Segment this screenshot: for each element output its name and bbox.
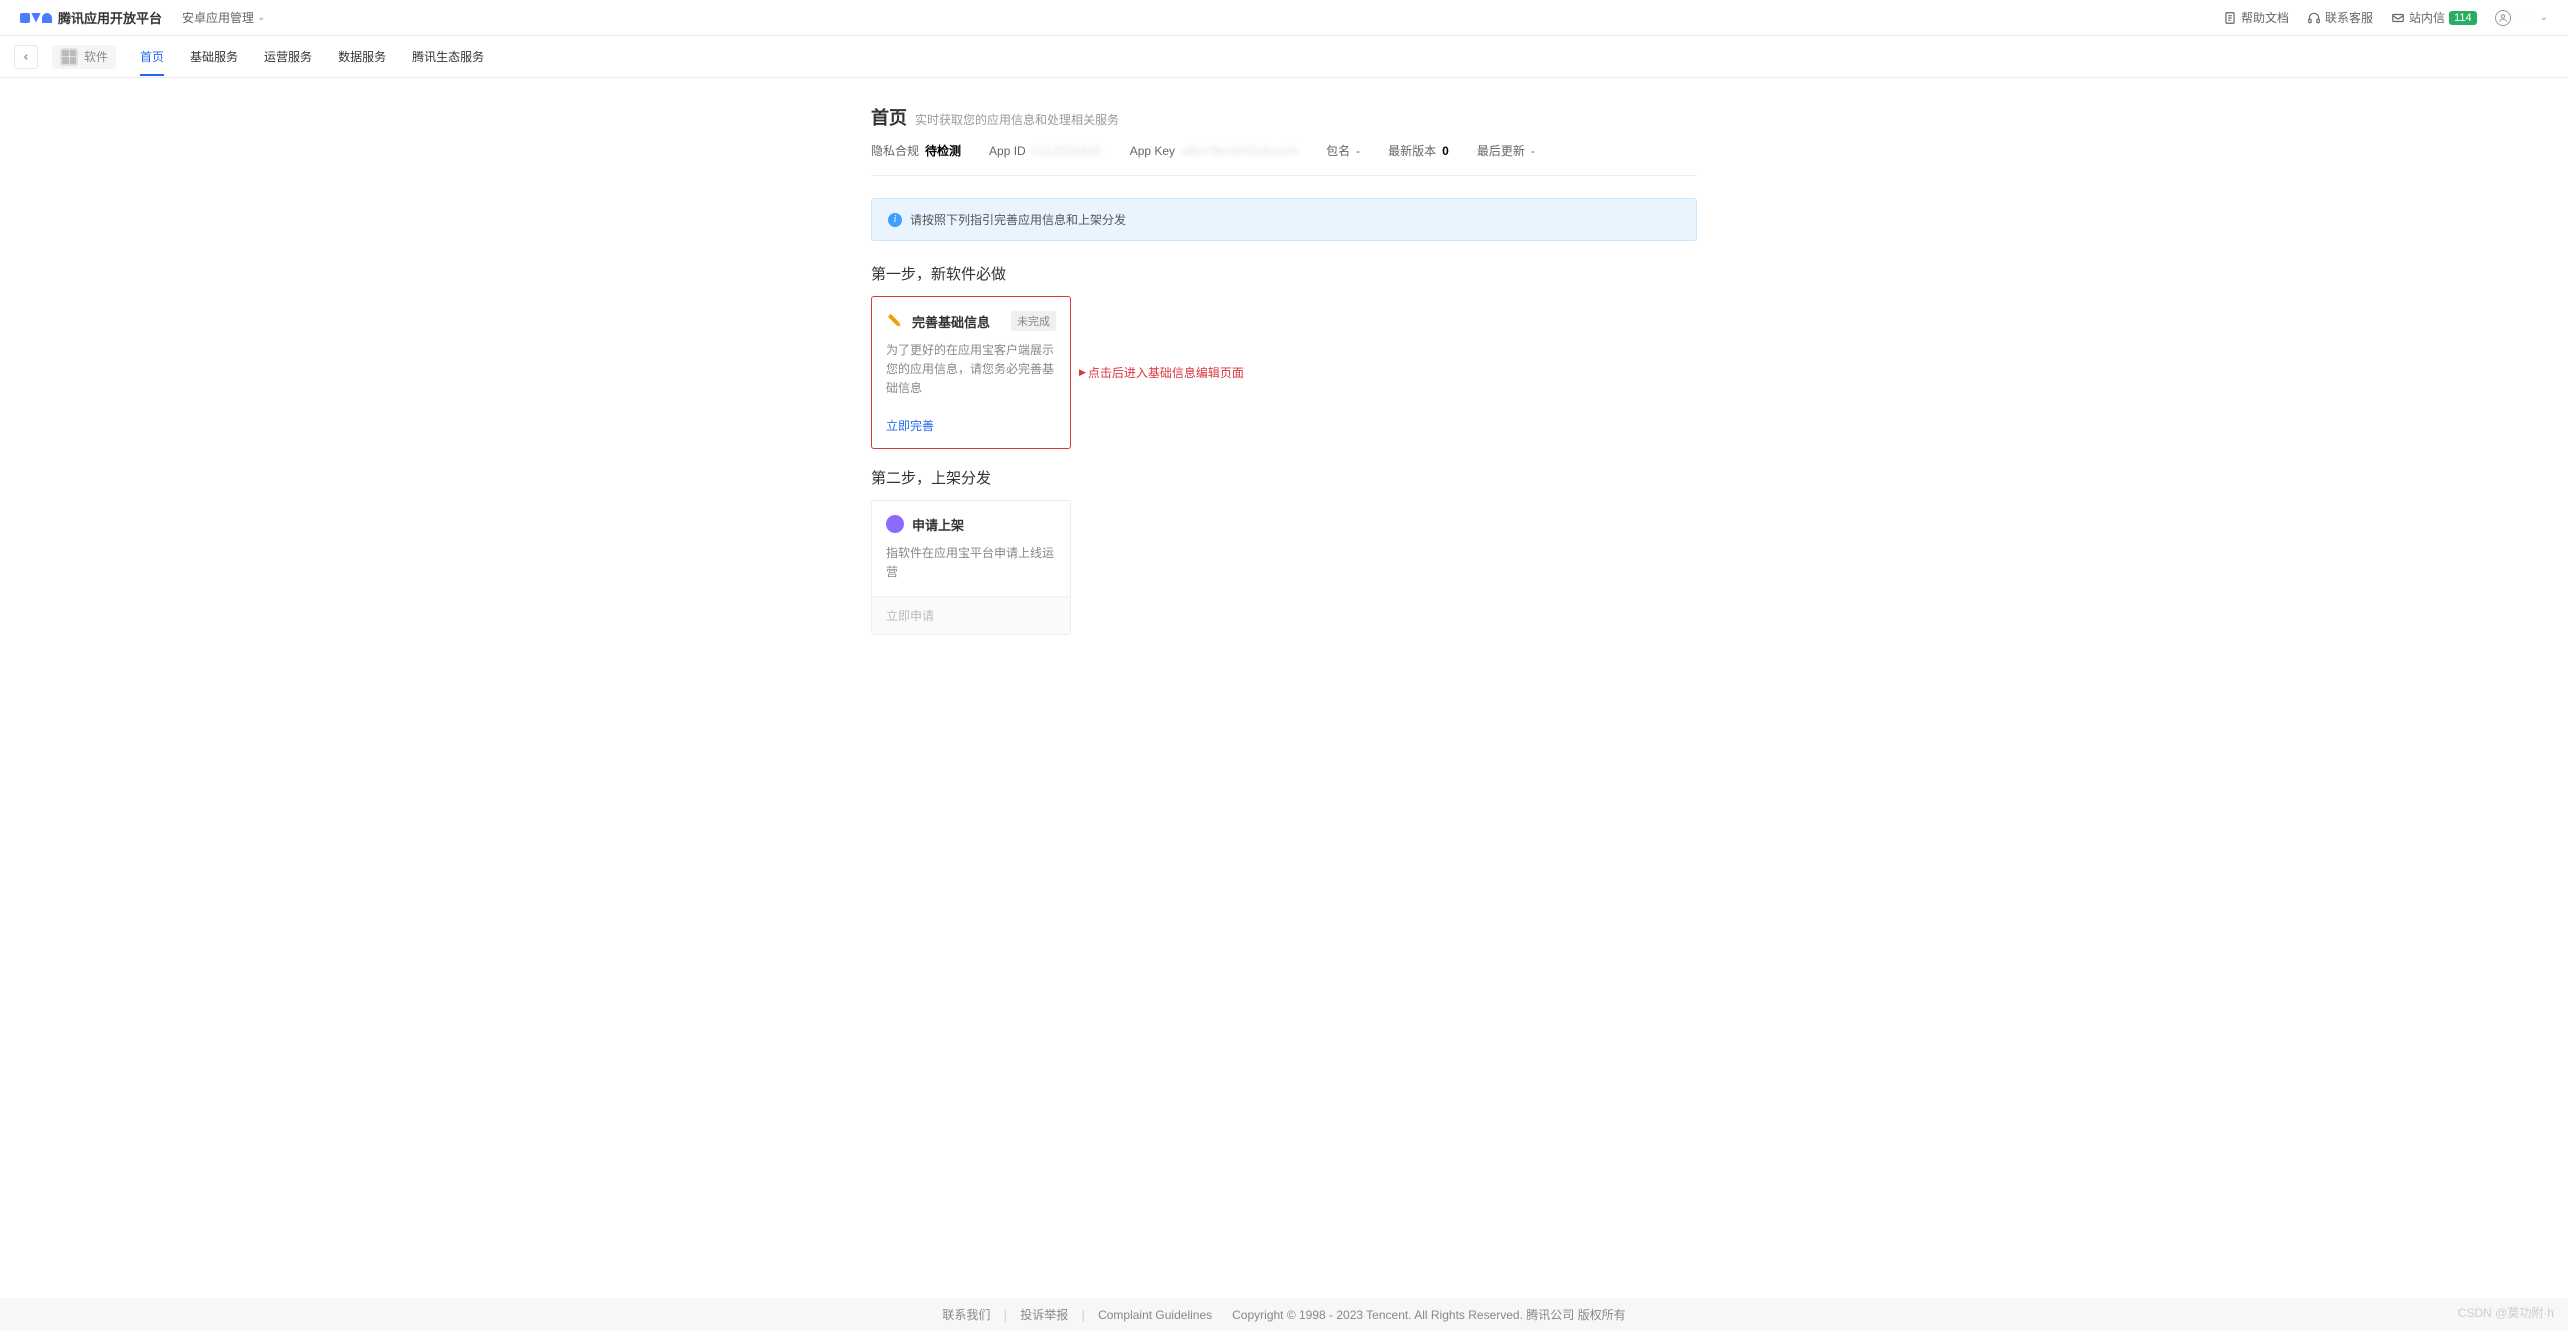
meta-appkey-value: uBsY9mGHOskomH	[1181, 144, 1298, 158]
mail-icon	[2391, 11, 2405, 25]
meta-version-value: 0	[1442, 144, 1449, 158]
page-title-row: 首页 实时获取您的应用信息和处理相关服务	[871, 104, 1697, 130]
inbox-badge: 114	[2449, 11, 2477, 25]
inbox-label: 站内信	[2409, 9, 2445, 26]
page-subtitle: 实时获取您的应用信息和处理相关服务	[915, 111, 1119, 128]
card-header: 完善基础信息 未完成	[886, 311, 1056, 331]
tab-data-service[interactable]: 数据服务	[338, 37, 386, 76]
user-placeholder: ···	[2515, 11, 2536, 25]
contact-cs-link[interactable]: 联系客服	[2307, 9, 2373, 26]
card-basic-info-title: 完善基础信息	[912, 312, 990, 331]
avatar-icon	[2495, 10, 2511, 26]
grid-icon	[60, 48, 78, 66]
card-basic-info[interactable]: 完善基础信息 未完成 为了更好的在应用宝客户端展示您的应用信息，请您务必完善基础…	[871, 296, 1071, 449]
meta-lastupdate-label: 最后更新	[1477, 142, 1525, 159]
tab-basic-service[interactable]: 基础服务	[190, 37, 238, 76]
status-badge-incomplete: 未完成	[1011, 311, 1056, 331]
nav-tabs: 首页 基础服务 运营服务 数据服务 腾讯生态服务	[140, 37, 484, 76]
footer-copyright: Copyright © 1998 - 2023 Tencent. All Rig…	[1232, 1308, 1625, 1322]
card-publish: 申请上架 指软件在应用宝平台申请上线运营 立即申请	[871, 500, 1071, 635]
inbox-link[interactable]: 站内信 114	[2391, 9, 2477, 26]
logo-icon	[20, 13, 52, 23]
document-icon	[2223, 11, 2237, 25]
card-publish-title: 申请上架	[912, 515, 964, 534]
meta-lastupdate: 最后更新 -	[1477, 142, 1535, 159]
publish-icon	[886, 515, 904, 533]
info-icon: i	[888, 213, 902, 227]
logo-text: 腾讯应用开放平台	[58, 8, 162, 27]
annotation-text: 点击后进入基础信息编辑页面	[1088, 364, 1244, 381]
headset-icon	[2307, 11, 2321, 25]
footer: 联系我们 | 投诉举报 | Complaint Guidelines Copyr…	[0, 1298, 2568, 1331]
alert-text: 请按照下列指引完善应用信息和上架分发	[910, 211, 1126, 228]
contact-cs-label: 联系客服	[2325, 9, 2373, 26]
tab-operation-service[interactable]: 运营服务	[264, 37, 312, 76]
card-publish-desc: 指软件在应用宝平台申请上线运营	[886, 544, 1056, 582]
meta-version-label: 最新版本	[1388, 142, 1436, 159]
info-alert: i 请按照下列指引完善应用信息和上架分发	[871, 198, 1697, 241]
tab-ecosystem-service[interactable]: 腾讯生态服务	[412, 37, 484, 76]
top-header: 腾讯应用开放平台 安卓应用管理 ⌄ 帮助文档 联系客服 站内信 114 ··· …	[0, 0, 2568, 36]
meta-appkey: App Key uBsY9mGHOskomH	[1130, 144, 1298, 158]
card-basic-info-desc: 为了更好的在应用宝客户端展示您的应用信息，请您务必完善基础信息	[886, 341, 1056, 399]
meta-package: 包名 -	[1326, 142, 1360, 159]
meta-package-value: -	[1356, 144, 1360, 158]
meta-appid-label: App ID	[989, 144, 1026, 158]
app-meta-row: 隐私合规 待检测 App ID 1112320430 App Key uBsY9…	[871, 142, 1697, 176]
help-docs-link[interactable]: 帮助文档	[2223, 9, 2289, 26]
footer-contact[interactable]: 联系我们	[942, 1308, 990, 1322]
step2-title: 第二步，上架分发	[871, 467, 1697, 488]
footer-guidelines[interactable]: Complaint Guidelines	[1098, 1308, 1212, 1322]
tab-home[interactable]: 首页	[140, 37, 164, 76]
app-chip[interactable]: 软件	[52, 45, 116, 69]
page-title: 首页	[871, 104, 907, 130]
meta-privacy-value: 待检测	[925, 142, 961, 159]
step1-row: 完善基础信息 未完成 为了更好的在应用宝客户端展示您的应用信息，请您务必完善基础…	[871, 296, 1697, 449]
meta-appkey-label: App Key	[1130, 144, 1175, 158]
chevron-left-icon	[21, 52, 31, 62]
meta-privacy: 隐私合规 待检测	[871, 142, 961, 159]
management-dropdown[interactable]: 安卓应用管理 ⌄	[182, 9, 265, 26]
meta-lastupdate-value: -	[1531, 144, 1535, 158]
complete-now-link[interactable]: 立即完善	[886, 417, 1056, 434]
header-right: 帮助文档 联系客服 站内信 114 ··· ⌄	[2223, 9, 2548, 26]
chevron-down-icon: ⌄	[2540, 12, 2548, 23]
apply-now-link: 立即申请	[886, 607, 1056, 624]
meta-version: 最新版本 0	[1388, 142, 1449, 159]
back-button[interactable]	[14, 45, 38, 69]
watermark: CSDN @莫功附·h	[2458, 1304, 2554, 1321]
management-dropdown-label: 安卓应用管理	[182, 9, 254, 26]
user-menu[interactable]: ··· ⌄	[2495, 10, 2548, 26]
annotation-arrow: 点击后进入基础信息编辑页面	[1079, 364, 1244, 381]
meta-package-label: 包名	[1326, 142, 1350, 159]
pencil-icon	[886, 312, 904, 330]
main-content: 首页 实时获取您的应用信息和处理相关服务 隐私合规 待检测 App ID 111…	[871, 78, 1697, 695]
step1-title: 第一步，新软件必做	[871, 263, 1697, 284]
footer-report[interactable]: 投诉举报	[1020, 1308, 1068, 1322]
sub-navigation: 软件 首页 基础服务 运营服务 数据服务 腾讯生态服务	[0, 36, 2568, 78]
meta-privacy-label: 隐私合规	[871, 142, 919, 159]
logo[interactable]: 腾讯应用开放平台	[20, 8, 162, 27]
header-left: 腾讯应用开放平台 安卓应用管理 ⌄	[20, 8, 265, 27]
meta-appid: App ID 1112320430	[989, 144, 1102, 158]
chevron-down-icon: ⌄	[257, 12, 265, 23]
app-chip-label: 软件	[84, 48, 108, 65]
help-docs-label: 帮助文档	[2241, 9, 2289, 26]
meta-appid-value: 1112320430	[1032, 144, 1102, 158]
